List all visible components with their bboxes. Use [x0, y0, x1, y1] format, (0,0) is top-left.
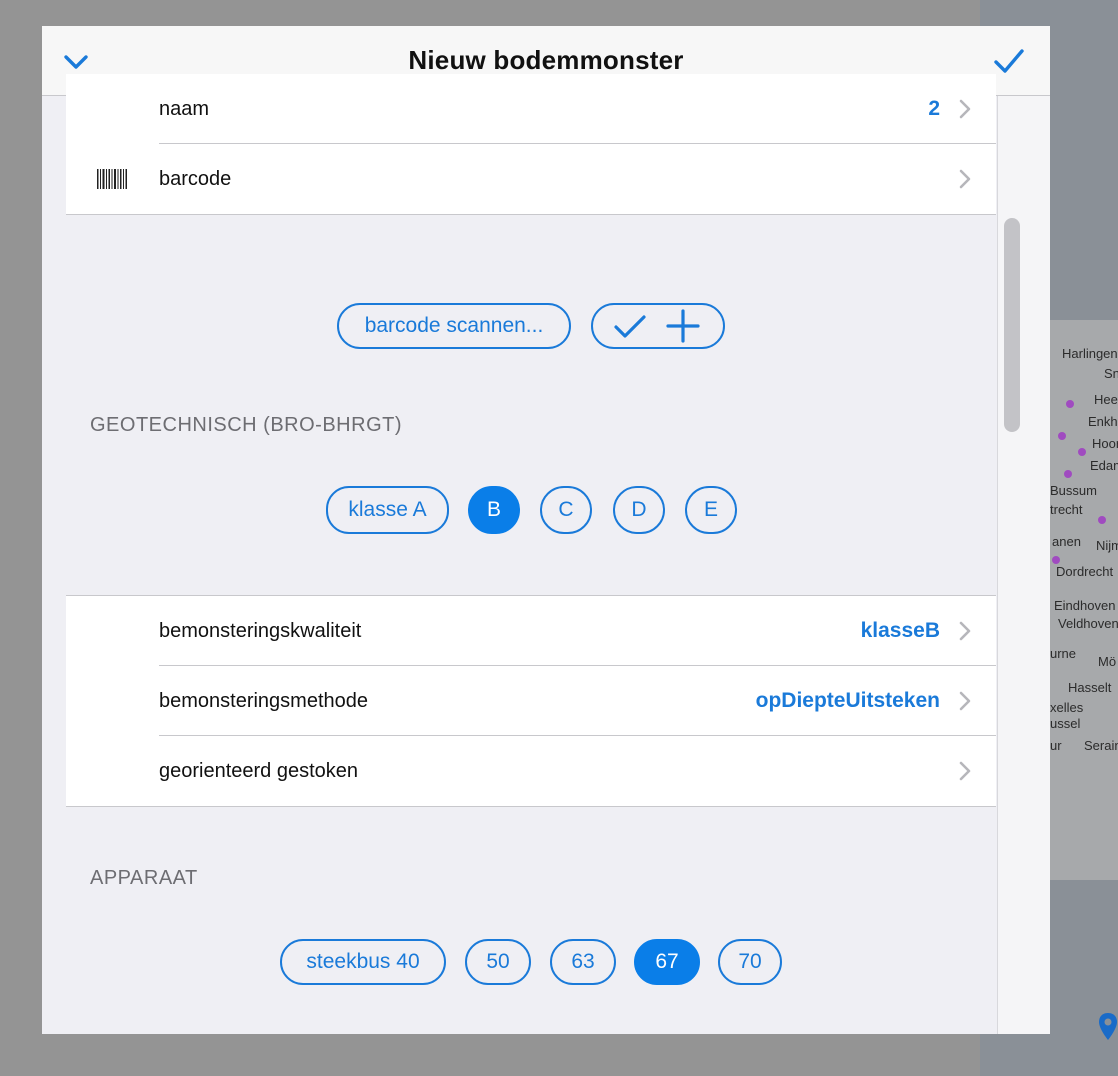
map-label: ussel: [1050, 716, 1081, 731]
map-label: Harlingen: [1062, 346, 1118, 361]
map-label: Eindhoven: [1054, 598, 1116, 613]
row-value: klasseB: [860, 619, 940, 642]
new-soil-sample-sheet: Nieuw bodemmonster naam 2 barcode barcod…: [42, 26, 1050, 1034]
plus-icon: [666, 309, 700, 343]
map-label: Nijm: [1096, 538, 1118, 553]
device-option-63[interactable]: 63: [550, 939, 616, 985]
identification-group: naam 2 barcode: [66, 74, 996, 215]
map-label: Veldhoven: [1058, 616, 1118, 631]
page-title: Nieuw bodemmonster: [408, 45, 684, 75]
class-option-a[interactable]: klasse A: [326, 486, 449, 534]
map-marker: [1098, 516, 1106, 524]
map-label: Hasselt: [1068, 680, 1112, 695]
map-marker: [1052, 556, 1060, 564]
map-marker: [1078, 448, 1086, 456]
map-label: anen: [1052, 534, 1081, 549]
map-label: Edam: [1090, 458, 1118, 473]
class-option-e[interactable]: E: [685, 486, 737, 534]
map-label: Sn: [1104, 366, 1118, 381]
scan-barcode-button[interactable]: barcode scannen...: [337, 303, 571, 349]
barcode-icon: [97, 169, 127, 189]
row-bemonsteringsmethode[interactable]: bemonsteringsmethode opDiepteUitsteken: [66, 666, 996, 736]
row-bemonsteringskwaliteit[interactable]: bemonsteringskwaliteit klasseB: [66, 596, 996, 666]
row-georienteerd-gestoken[interactable]: georienteerd gestoken: [66, 736, 996, 806]
map-label: xelles: [1050, 700, 1084, 715]
class-option-d[interactable]: D: [613, 486, 665, 534]
sampling-group: bemonsteringskwaliteit klasseB bemonster…: [66, 595, 996, 807]
class-option-c[interactable]: C: [540, 486, 592, 534]
scrollbar-thumb[interactable]: [1004, 218, 1020, 432]
device-option-steekbus-40[interactable]: steekbus 40: [280, 939, 446, 985]
map-marker: [1058, 432, 1066, 440]
row-label: barcode: [159, 167, 232, 190]
row-label: georienteerd gestoken: [159, 759, 359, 782]
map-label: Serain: [1084, 738, 1118, 753]
section-title-apparaat: APPARAAT: [90, 867, 198, 889]
checkmark-icon[interactable]: [992, 44, 1026, 78]
chevron-right-icon: [959, 621, 971, 641]
map-label: trecht: [1050, 502, 1083, 517]
map-label: urne: [1050, 646, 1077, 661]
map-label: ur: [1050, 738, 1062, 753]
confirm-add-button[interactable]: [591, 303, 725, 349]
row-label: naam: [159, 97, 210, 120]
row-barcode[interactable]: barcode: [66, 144, 996, 214]
chevron-right-icon: [959, 691, 971, 711]
map-label: Mö: [1098, 654, 1117, 669]
device-option-50[interactable]: 50: [465, 939, 531, 985]
device-option-70[interactable]: 70: [718, 939, 782, 985]
map-label: Dordrecht: [1056, 564, 1114, 579]
map-label: Enkhui: [1088, 414, 1118, 429]
chevron-right-icon: [959, 99, 971, 119]
device-option-67[interactable]: 67: [634, 939, 700, 985]
row-label: bemonsteringskwaliteit: [159, 619, 362, 642]
chevron-right-icon: [959, 761, 971, 781]
row-naam[interactable]: naam 2: [66, 74, 996, 144]
map-marker: [1064, 470, 1072, 478]
map-label: Hoorn: [1092, 436, 1118, 451]
chevron-right-icon: [959, 169, 971, 189]
class-option-b[interactable]: B: [468, 486, 520, 534]
map-marker: [1066, 400, 1074, 408]
row-value: 2: [928, 97, 940, 120]
row-value: opDiepteUitsteken: [755, 689, 940, 712]
chevron-down-icon[interactable]: [62, 48, 90, 76]
map-pin-icon[interactable]: [1098, 1012, 1118, 1042]
map-label: Hee: [1094, 392, 1118, 407]
row-label: bemonsteringsmethode: [159, 689, 369, 712]
section-title-geotechnisch: GEOTECHNISCH (BRO-BHRGT): [90, 414, 402, 436]
checkmark-icon: [614, 315, 646, 338]
map-label: Bussum: [1050, 483, 1097, 498]
